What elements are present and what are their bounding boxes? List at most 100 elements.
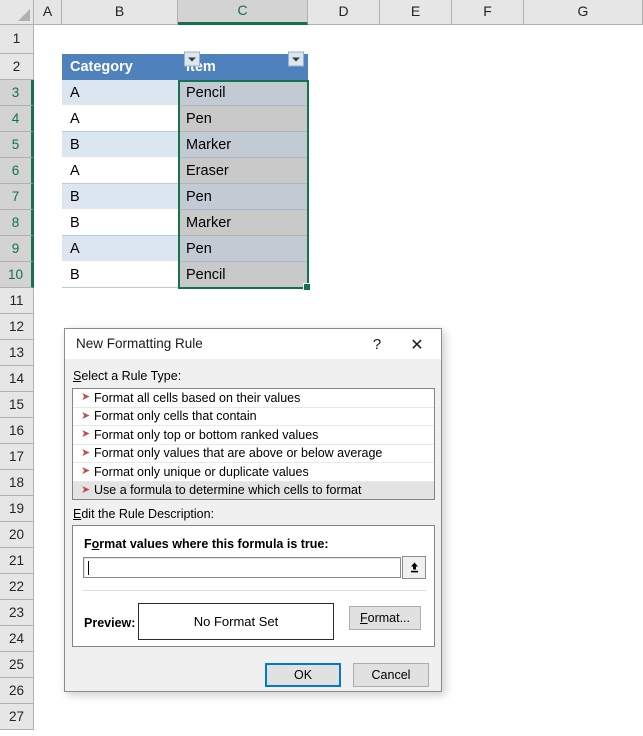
- row-header-9[interactable]: 9: [0, 236, 34, 262]
- rule-type-label: Format only cells that contain: [94, 409, 257, 424]
- row-header-10[interactable]: 10: [0, 262, 34, 288]
- cell-item[interactable]: Pen: [178, 236, 308, 262]
- rule-bullet-icon: ➤: [81, 409, 91, 422]
- rule-bullet-icon: ➤: [81, 446, 91, 459]
- row-header-12[interactable]: 12: [0, 314, 34, 340]
- row-header-21[interactable]: 21: [0, 548, 34, 574]
- row-header-7[interactable]: 7: [0, 184, 34, 210]
- row-header-6[interactable]: 6: [0, 158, 34, 184]
- cell-category[interactable]: A: [62, 158, 178, 184]
- formula-input[interactable]: [83, 557, 401, 578]
- rule-type-item-1[interactable]: ➤ Format only cells that contain: [73, 408, 434, 426]
- row-header-8[interactable]: 8: [0, 210, 34, 236]
- table-row[interactable]: B Pencil: [62, 262, 308, 288]
- preview-label: Preview:: [84, 616, 136, 630]
- rule-type-item-2[interactable]: ➤ Format only top or bottom ranked values: [73, 426, 434, 445]
- column-header-e[interactable]: E: [380, 0, 452, 25]
- cell-item[interactable]: Pencil: [178, 80, 308, 106]
- rule-type-item-4[interactable]: ➤ Format only unique or duplicate values: [73, 463, 434, 482]
- row-header-3[interactable]: 3: [0, 80, 34, 106]
- row-header-17[interactable]: 17: [0, 444, 34, 470]
- cell-item[interactable]: Pencil: [178, 262, 308, 288]
- cell-category[interactable]: B: [62, 262, 178, 288]
- rule-bullet-icon: ➤: [81, 428, 91, 441]
- row-header-19[interactable]: 19: [0, 496, 34, 522]
- table-row[interactable]: A Pen: [62, 106, 308, 132]
- formula-label: Format values where this formula is true…: [84, 537, 329, 551]
- cell-category[interactable]: B: [62, 184, 178, 210]
- column-header-f[interactable]: F: [452, 0, 524, 25]
- dialog-title: New Formatting Rule: [76, 336, 203, 351]
- rule-type-label: Format only values that are above or bel…: [94, 446, 383, 461]
- rule-type-label: Format only top or bottom ranked values: [94, 427, 319, 442]
- table-row[interactable]: B Pen: [62, 184, 308, 210]
- row-header-1[interactable]: 1: [0, 25, 34, 54]
- row-header-18[interactable]: 18: [0, 470, 34, 496]
- rule-type-label-text: elect a Rule Type:: [81, 369, 182, 383]
- cancel-button[interactable]: Cancel: [353, 663, 429, 687]
- cell-category[interactable]: A: [62, 106, 178, 132]
- row-header-26[interactable]: 26: [0, 678, 34, 704]
- row-header-25[interactable]: 25: [0, 652, 34, 678]
- cell-item[interactable]: Marker: [178, 132, 308, 158]
- table-row[interactable]: B Marker: [62, 132, 308, 158]
- ok-button[interactable]: OK: [265, 663, 341, 687]
- column-header-a[interactable]: A: [34, 0, 62, 25]
- row-header-5[interactable]: 5: [0, 132, 34, 158]
- row-header-24[interactable]: 24: [0, 626, 34, 652]
- new-formatting-rule-dialog: New Formatting Rule ? ✕ Select a Rule Ty…: [64, 328, 442, 692]
- column-header-g[interactable]: G: [524, 0, 643, 25]
- close-icon[interactable]: ✕: [399, 329, 435, 360]
- row-header-20[interactable]: 20: [0, 522, 34, 548]
- cell-item[interactable]: Pen: [178, 184, 308, 210]
- column-header-strip: A B C D E F G: [0, 0, 643, 25]
- table-row[interactable]: B Marker: [62, 210, 308, 236]
- column-header-c[interactable]: C: [178, 0, 308, 25]
- rule-description-label: Edit the Rule Description:: [73, 507, 215, 521]
- table-row[interactable]: A Eraser: [62, 158, 308, 184]
- row-header-14[interactable]: 14: [0, 366, 34, 392]
- row-header-4[interactable]: 4: [0, 106, 34, 132]
- select-all-corner[interactable]: [0, 0, 34, 25]
- table-row[interactable]: A Pencil: [62, 80, 308, 106]
- rule-type-item-3[interactable]: ➤ Format only values that are above or be…: [73, 445, 434, 463]
- dialog-titlebar[interactable]: New Formatting Rule ? ✕: [65, 329, 441, 360]
- row-header-23[interactable]: 23: [0, 600, 34, 626]
- format-button[interactable]: Format...: [349, 606, 421, 630]
- column-header-d[interactable]: D: [308, 0, 380, 25]
- row-header-16[interactable]: 16: [0, 418, 34, 444]
- filter-dropdown-item-icon[interactable]: [288, 51, 304, 67]
- cell-category[interactable]: A: [62, 80, 178, 106]
- rule-type-label: Format all cells based on their values: [94, 390, 301, 405]
- cell-category[interactable]: A: [62, 236, 178, 262]
- data-table: Category Item A Pencil A Pen B Marker A Eraser B…: [62, 54, 308, 288]
- rule-bullet-icon: ➤: [81, 391, 91, 404]
- range-selector-button[interactable]: [402, 556, 426, 579]
- rule-type-item-0[interactable]: ➤ Format all cells based on their values: [73, 389, 434, 408]
- row-header-22[interactable]: 22: [0, 574, 34, 600]
- cell-item[interactable]: Pen: [178, 106, 308, 132]
- row-header-11[interactable]: 11: [0, 288, 34, 314]
- cell-category[interactable]: B: [62, 132, 178, 158]
- cell-item[interactable]: Marker: [178, 210, 308, 236]
- help-icon[interactable]: ?: [359, 329, 395, 360]
- cell-category[interactable]: B: [62, 210, 178, 236]
- row-header-2[interactable]: 2: [0, 54, 34, 80]
- cell-item[interactable]: Eraser: [178, 158, 308, 184]
- table-row[interactable]: A Pen: [62, 236, 308, 262]
- column-header-b[interactable]: B: [62, 0, 178, 25]
- row-header-13[interactable]: 13: [0, 340, 34, 366]
- fill-handle[interactable]: [303, 283, 311, 291]
- rule-description-label-text: dit the Rule Description:: [81, 507, 215, 521]
- rule-bullet-icon: ➤: [81, 465, 91, 478]
- table-header-category: Category: [62, 54, 178, 80]
- rule-type-label: Use a formula to determine which cells t…: [94, 483, 362, 498]
- row-header-27[interactable]: 27: [0, 704, 34, 730]
- filter-dropdown-category-icon[interactable]: [184, 51, 200, 67]
- rule-type-label: Select a Rule Type:: [73, 369, 182, 383]
- collapse-dialog-icon: [410, 562, 418, 573]
- rule-type-list[interactable]: ➤ Format all cells based on their values ➤…: [72, 388, 435, 500]
- preview-box: No Format Set: [138, 603, 334, 640]
- rule-type-item-5[interactable]: ➤ Use a formula to determine which cells …: [73, 481, 434, 499]
- row-header-15[interactable]: 15: [0, 392, 34, 418]
